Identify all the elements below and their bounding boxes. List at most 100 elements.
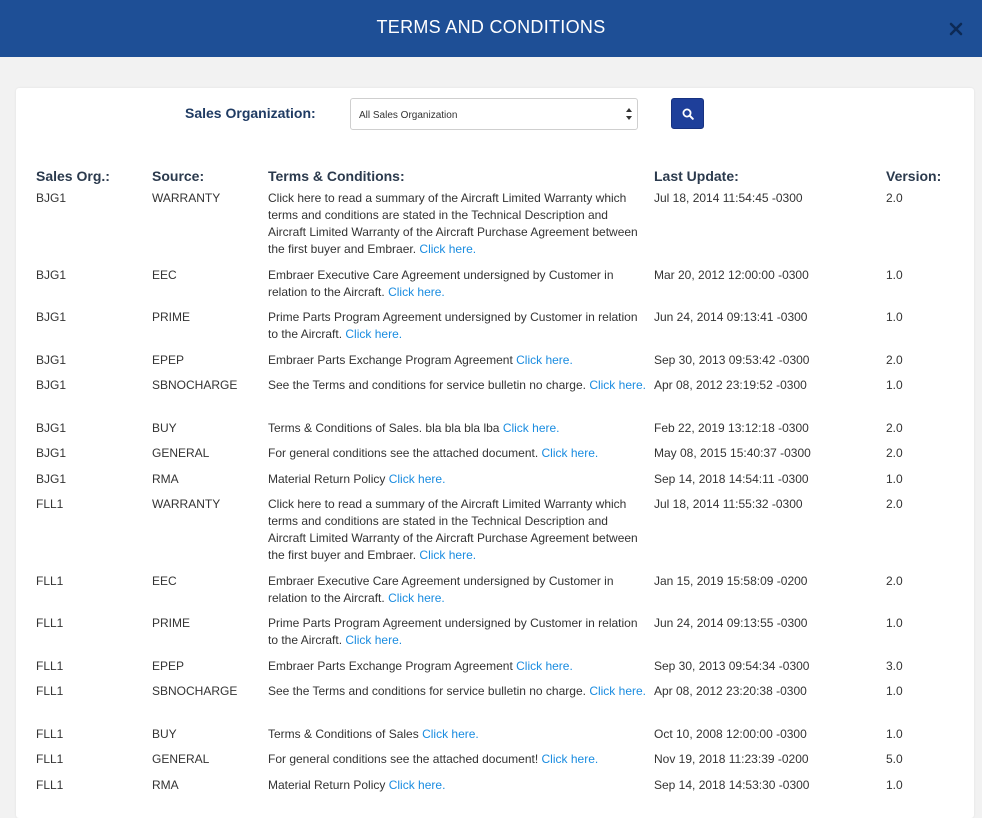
row-terms: Material Return Policy Click here.	[268, 777, 646, 794]
row-last-update: Oct 10, 2008 12:00:00 -0300	[654, 727, 807, 741]
row-last-update: Jun 24, 2014 09:13:55 -0300	[654, 616, 808, 630]
row-terms: Prime Parts Program Agreement undersigne…	[268, 615, 646, 649]
search-icon	[682, 108, 694, 120]
row-terms-link[interactable]: Click here.	[419, 242, 476, 256]
column-header-last-update: Last Update:	[654, 168, 739, 184]
row-last-update: Sep 30, 2013 09:53:42 -0300	[654, 353, 810, 367]
row-source: EEC	[152, 574, 177, 588]
row-terms: For general conditions see the attached …	[268, 445, 646, 462]
row-terms: Terms & Conditions of Sales. bla bla bla…	[268, 420, 646, 437]
row-version: 1.0	[886, 778, 903, 792]
row-last-update: Jun 24, 2014 09:13:41 -0300	[654, 310, 808, 324]
row-version: 1.0	[886, 378, 903, 392]
column-header-sales-org: Sales Org.:	[36, 168, 110, 184]
row-sales-org: BJG1	[36, 268, 67, 282]
row-sales-org: BJG1	[36, 353, 67, 367]
row-terms: Click here to read a summary of the Airc…	[268, 190, 646, 258]
row-version: 1.0	[886, 727, 903, 741]
row-sales-org: FLL1	[36, 659, 64, 673]
row-sales-org: FLL1	[36, 684, 64, 698]
row-last-update: Sep 14, 2018 14:54:11 -0300	[654, 472, 809, 486]
row-terms-link[interactable]: Click here.	[388, 591, 445, 605]
sales-org-label: Sales Organization:	[185, 105, 316, 121]
row-sales-org: FLL1	[36, 727, 64, 741]
row-last-update: Feb 22, 2019 13:12:18 -0300	[654, 421, 809, 435]
row-version: 2.0	[886, 446, 903, 460]
row-source: WARRANTY	[152, 497, 221, 511]
row-sales-org: BJG1	[36, 378, 67, 392]
row-terms: See the Terms and conditions for service…	[268, 683, 646, 700]
row-terms-link[interactable]: Click here.	[419, 548, 476, 562]
row-terms-link[interactable]: Click here.	[516, 659, 573, 673]
row-terms-link[interactable]: Click here.	[589, 684, 646, 698]
row-terms-text: See the Terms and conditions for service…	[268, 684, 586, 698]
row-sales-org: FLL1	[36, 616, 64, 630]
row-terms-link[interactable]: Click here.	[542, 446, 599, 460]
row-version: 2.0	[886, 574, 903, 588]
row-source: BUY	[152, 421, 177, 435]
sales-org-select[interactable]: All Sales Organization	[350, 98, 638, 130]
row-version: 5.0	[886, 752, 903, 766]
row-version: 1.0	[886, 310, 903, 324]
row-sales-org: BJG1	[36, 472, 67, 486]
row-version: 2.0	[886, 353, 903, 367]
search-button[interactable]	[671, 98, 704, 129]
row-version: 1.0	[886, 268, 903, 282]
row-source: RMA	[152, 472, 179, 486]
row-terms-link[interactable]: Click here.	[388, 285, 445, 299]
row-source: BUY	[152, 727, 177, 741]
row-terms: Embraer Parts Exchange Program Agreement…	[268, 352, 646, 369]
row-terms-text: Material Return Policy	[268, 472, 386, 486]
column-header-terms: Terms & Conditions:	[268, 168, 405, 184]
row-terms-link[interactable]: Click here.	[542, 752, 599, 766]
row-terms: See the Terms and conditions for service…	[268, 377, 646, 394]
row-sales-org: FLL1	[36, 778, 64, 792]
row-source: SBNOCHARGE	[152, 378, 238, 392]
row-last-update: Apr 08, 2012 23:19:52 -0300	[654, 378, 807, 392]
row-sales-org: BJG1	[36, 446, 67, 460]
row-sales-org: FLL1	[36, 752, 64, 766]
row-version: 2.0	[886, 421, 903, 435]
row-terms: Terms & Conditions of Sales Click here.	[268, 726, 646, 743]
row-terms-link[interactable]: Click here.	[389, 472, 446, 486]
row-terms-text: Material Return Policy	[268, 778, 386, 792]
row-terms-text: Terms & Conditions of Sales	[268, 727, 419, 741]
modal-title: TERMS AND CONDITIONS	[376, 17, 606, 37]
row-last-update: Nov 19, 2018 11:23:39 -0200	[654, 752, 809, 766]
close-icon[interactable]	[944, 17, 968, 41]
row-source: EPEP	[152, 659, 185, 673]
row-version: 1.0	[886, 616, 903, 630]
row-last-update: Apr 08, 2012 23:20:38 -0300	[654, 684, 807, 698]
row-version: 2.0	[886, 191, 903, 205]
row-source: PRIME	[152, 310, 191, 324]
row-last-update: Sep 30, 2013 09:54:34 -0300	[654, 659, 810, 673]
row-terms-link[interactable]: Click here.	[345, 327, 402, 341]
row-terms: Embraer Executive Care Agreement undersi…	[268, 267, 646, 301]
row-version: 1.0	[886, 472, 903, 486]
row-terms-link[interactable]: Click here.	[589, 378, 646, 392]
row-sales-org: BJG1	[36, 421, 67, 435]
row-sales-org: FLL1	[36, 574, 64, 588]
row-terms-link[interactable]: Click here.	[422, 727, 479, 741]
row-terms: Material Return Policy Click here.	[268, 471, 646, 488]
row-terms: For general conditions see the attached …	[268, 751, 646, 768]
row-terms-text: Prime Parts Program Agreement undersigne…	[268, 310, 638, 341]
row-terms-text: Embraer Parts Exchange Program Agreement	[268, 353, 513, 367]
select-arrows-icon	[625, 107, 633, 121]
row-last-update: Jul 18, 2014 11:54:45 -0300	[654, 191, 803, 205]
row-sales-org: FLL1	[36, 497, 64, 511]
row-terms: Embraer Parts Exchange Program Agreement…	[268, 658, 646, 675]
row-terms-link[interactable]: Click here.	[516, 353, 573, 367]
row-terms-link[interactable]: Click here.	[345, 633, 402, 647]
row-version: 3.0	[886, 659, 903, 673]
row-source: EEC	[152, 268, 177, 282]
row-source: RMA	[152, 778, 179, 792]
row-version: 2.0	[886, 497, 903, 511]
terms-card: Sales Organization: All Sales Organizati…	[16, 88, 974, 818]
row-last-update: Mar 20, 2012 12:00:00 -0300	[654, 268, 809, 282]
row-terms-link[interactable]: Click here.	[389, 778, 446, 792]
row-source: SBNOCHARGE	[152, 684, 238, 698]
row-terms-link[interactable]: Click here.	[503, 421, 560, 435]
row-terms: Click here to read a summary of the Airc…	[268, 496, 646, 564]
row-source: GENERAL	[152, 446, 210, 460]
